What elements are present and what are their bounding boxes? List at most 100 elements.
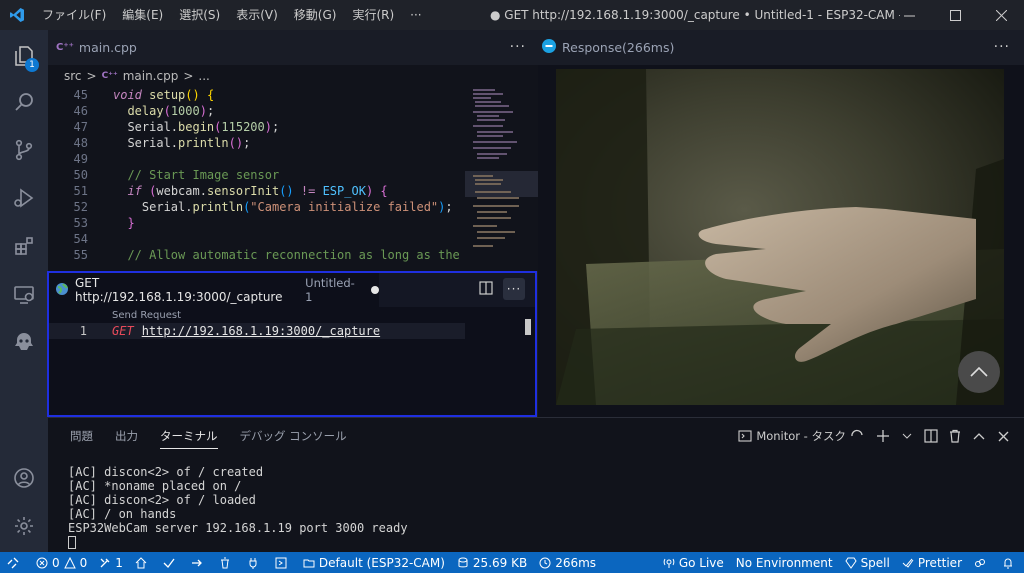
send-request-codelens[interactable]: Send Request: [112, 310, 181, 321]
feedback-icon[interactable]: [968, 552, 996, 573]
clean-trash-icon[interactable]: [213, 552, 241, 573]
problems-status[interactable]: 0 0: [30, 552, 93, 573]
close-panel-icon[interactable]: [992, 426, 1014, 446]
code-line: 46 delay(1000);: [73, 104, 215, 118]
prettier-button[interactable]: Prettier: [896, 552, 968, 573]
double-check-icon: [902, 558, 914, 568]
account-icon[interactable]: [0, 454, 48, 502]
task-label: Monitor - タスク: [756, 429, 846, 443]
breadcrumb-sep: >: [183, 69, 194, 83]
source-control-icon[interactable]: [0, 126, 48, 174]
terminal-line: ESP32WebCam server 192.168.1.19 port 300…: [68, 521, 408, 535]
trash-icon[interactable]: [944, 426, 966, 446]
split-editor-icon[interactable]: [479, 281, 493, 298]
tab-problems[interactable]: 問題: [70, 428, 93, 449]
title-bar: ファイル(F) 編集(E) 選択(S) 表示(V) 移動(G) 実行(R) ··…: [0, 0, 1024, 30]
breadcrumb-symbol[interactable]: ...: [198, 69, 209, 83]
scroll-to-top-button[interactable]: [958, 351, 1000, 393]
sync-spinner-icon: [851, 429, 863, 437]
remote-explorer-icon[interactable]: [0, 270, 48, 318]
split-terminal-icon[interactable]: [920, 426, 942, 446]
tab-http-request[interactable]: GET http://192.168.1.19:3000/_capture Un…: [49, 273, 379, 307]
serial-monitor-icon[interactable]: [269, 552, 297, 573]
tab-label: GET http://192.168.1.19:3000/_capture: [75, 276, 283, 304]
home-icon[interactable]: [129, 552, 157, 573]
menu-view[interactable]: 表示(V): [228, 0, 286, 30]
extensions-icon[interactable]: [0, 222, 48, 270]
menu-edit[interactable]: 編集(E): [114, 0, 171, 30]
terminal-line: [AC] discon<2> of / created: [68, 465, 264, 479]
explorer-badge: 1: [25, 58, 39, 72]
tab-response[interactable]: Response(266ms): [538, 30, 678, 65]
plug-icon[interactable]: [241, 552, 269, 573]
code-line: 48 Serial.println();: [73, 136, 251, 150]
camera-capture-image: [556, 69, 1004, 405]
run-debug-icon[interactable]: [0, 174, 48, 222]
tools-status[interactable]: 1: [93, 552, 129, 573]
request-url[interactable]: http://192.168.1.19:3000/_capture: [142, 323, 380, 339]
menu-go[interactable]: 移動(G): [286, 0, 345, 30]
terminal-line: [AC] / on hands: [68, 507, 177, 521]
terminal-output[interactable]: [AC] discon<2> of / created [AC] *noname…: [68, 465, 408, 549]
breadcrumb-src[interactable]: src: [64, 69, 82, 83]
code-line: 45 void setup() {: [73, 88, 215, 102]
close-button[interactable]: [978, 0, 1024, 30]
add-terminal-icon[interactable]: [872, 426, 894, 446]
env-selector[interactable]: Default (ESP32-CAM): [297, 552, 451, 573]
chevron-down-icon[interactable]: [896, 426, 918, 446]
notifications-bell-icon[interactable]: [996, 552, 1024, 573]
editor-tab-bar: C⁺⁺ main.cpp ···: [48, 30, 538, 65]
tab-terminal[interactable]: ターミナル: [160, 428, 218, 449]
preview-icon: [542, 39, 556, 56]
request-line[interactable]: 1 GET http://192.168.1.19:3000/_capture: [49, 323, 465, 339]
maximize-panel-icon[interactable]: [968, 426, 990, 446]
more-actions-icon[interactable]: ···: [510, 39, 526, 55]
response-tab-bar: Response(266ms) ···: [538, 30, 1024, 65]
go-live-button[interactable]: Go Live: [657, 552, 730, 573]
breadcrumb-file[interactable]: main.cpp: [123, 69, 179, 83]
terminal-selector[interactable]: Monitor - タスク: [738, 428, 864, 444]
menu-selection[interactable]: 選択(S): [171, 0, 228, 30]
search-icon[interactable]: [0, 78, 48, 126]
menu-run[interactable]: 実行(R): [344, 0, 402, 30]
tab-main-cpp[interactable]: C⁺⁺ main.cpp: [48, 30, 168, 65]
code-line: 49: [73, 152, 88, 166]
terminal-line: [AC] *noname placed on /: [68, 479, 242, 493]
scrollbar-thumb[interactable]: [525, 319, 531, 335]
minimap[interactable]: [465, 87, 538, 271]
status-bar: 0 0 1 Default (ESP32-CAM) 25.69 KB 266ms…: [0, 552, 1024, 573]
menu-file[interactable]: ファイル(F): [34, 0, 114, 30]
platformio-icon[interactable]: [0, 318, 48, 366]
spell-button[interactable]: Spell: [839, 552, 896, 573]
tab-debug-console[interactable]: デバッグ コンソール: [240, 428, 347, 449]
terminal-cursor: [68, 536, 76, 549]
more-actions-button[interactable]: ···: [503, 278, 525, 300]
explorer-icon[interactable]: 1: [0, 32, 48, 80]
panel-tabs: 問題 出力 ターミナル デバッグ コンソール: [70, 428, 369, 449]
window-title: ● GET http://192.168.1.19:3000/_capture …: [490, 8, 900, 22]
remote-indicator-icon[interactable]: [0, 552, 30, 573]
code-line: 50 // Start Image sensor: [73, 168, 280, 182]
upload-arrow-icon[interactable]: [185, 552, 213, 573]
database-icon: [458, 557, 468, 567]
maximize-button[interactable]: [932, 0, 978, 30]
code-line: 52 Serial.println("Camera initialize fai…: [73, 200, 453, 214]
request-tab-bar: GET http://192.168.1.19:3000/_capture Un…: [49, 273, 535, 307]
code-text: void setup() {: [113, 88, 215, 102]
panel-actions: Monitor - タスク: [738, 426, 1014, 446]
minimize-button[interactable]: [886, 0, 932, 30]
more-actions-icon[interactable]: ···: [994, 39, 1010, 55]
no-environment-button[interactable]: No Environment: [730, 552, 839, 573]
menu-more[interactable]: ···: [402, 0, 429, 30]
globe-icon: [55, 282, 69, 299]
chevron-up-icon: [970, 367, 988, 377]
unsaved-dot-icon[interactable]: [371, 286, 379, 294]
tab-output[interactable]: 出力: [115, 428, 138, 449]
settings-gear-icon[interactable]: [0, 502, 48, 550]
time-status: 266ms: [533, 552, 602, 573]
menu-bar: ファイル(F) 編集(E) 選択(S) 表示(V) 移動(G) 実行(R) ··…: [34, 0, 430, 30]
build-check-icon[interactable]: [157, 552, 185, 573]
line-number: 1: [79, 324, 87, 338]
code-editor[interactable]: 45 void setup() { 46 delay(1000); 47 Seri…: [48, 87, 465, 271]
breadcrumb-sep: >: [86, 69, 97, 83]
